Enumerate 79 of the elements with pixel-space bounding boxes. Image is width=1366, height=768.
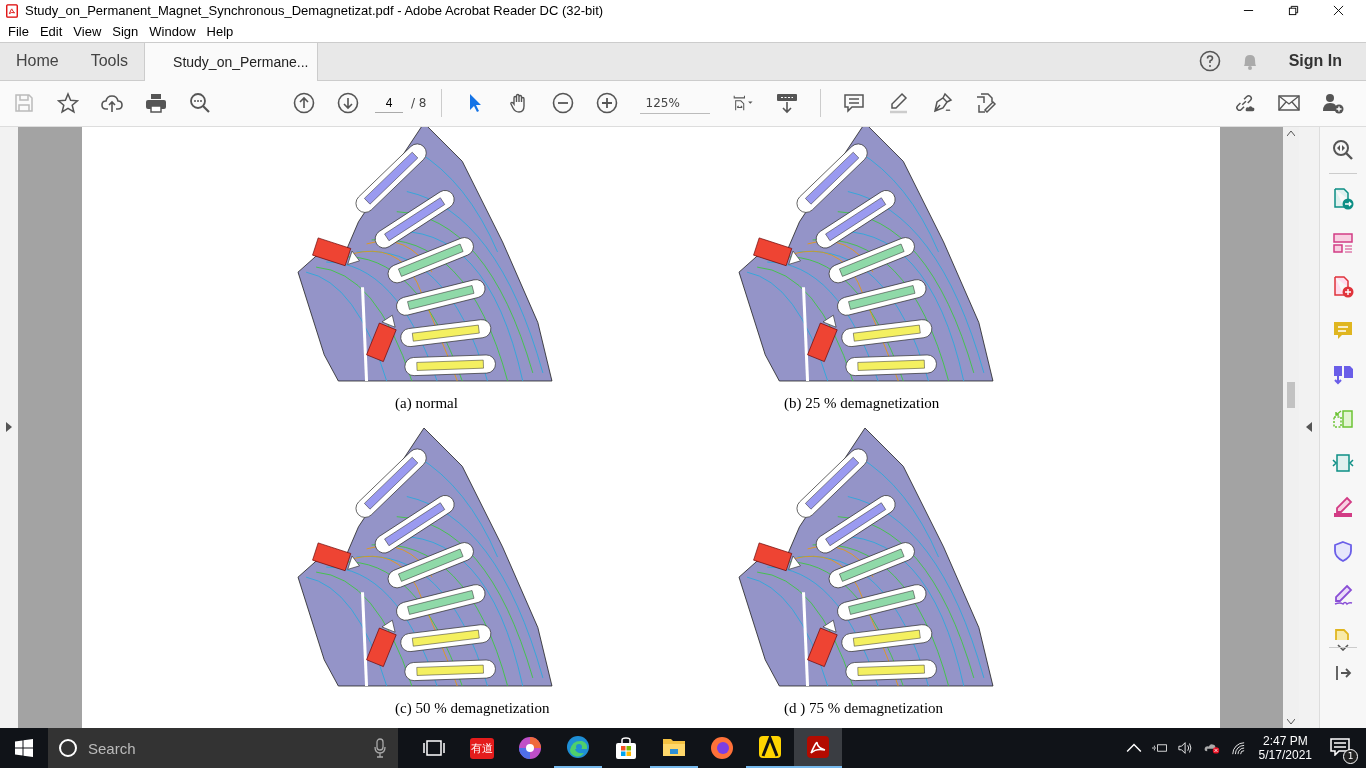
search-icon[interactable]: [1332, 138, 1354, 161]
magnet: [366, 619, 397, 667]
notification-badge: 1: [1343, 749, 1358, 764]
store-bag-icon[interactable]: [614, 736, 638, 760]
search-icon[interactable]: [189, 92, 211, 115]
close-icon[interactable]: [1333, 5, 1344, 17]
figure-caption: (d ) 75 % demagnetization: [784, 699, 944, 717]
taskbar-search-field[interactable]: Search: [86, 738, 366, 758]
create-pdf-icon[interactable]: [1332, 275, 1354, 298]
scroll-thumb[interactable]: [1287, 381, 1295, 408]
circle-icon[interactable]: [58, 738, 78, 758]
zoom-in-icon[interactable]: [595, 92, 618, 115]
scroll-mode-icon[interactable]: [775, 92, 798, 115]
figure-caption: (b) 25 % demagnetization: [784, 394, 940, 412]
magnet: [366, 314, 397, 362]
expand-left-icon[interactable]: [6, 422, 12, 433]
clock-time[interactable]: 2:47 PM: [1262, 734, 1308, 748]
window-title: Study_on_Permanent_Magnet_Synchronous_Demagnetizat.pdf - Adobe Acrobat Reader DC (32-bit): [25, 3, 605, 19]
microphone-icon[interactable]: [374, 738, 386, 758]
comment-icon[interactable]: [842, 92, 865, 115]
help-icon[interactable]: [1198, 50, 1221, 73]
menu-item[interactable]: View: [69, 24, 109, 40]
page-up-icon[interactable]: [293, 92, 315, 115]
magnet: [312, 542, 360, 571]
letter-a-app-icon[interactable]: [758, 735, 782, 759]
tab[interactable]: Study_on_Permane...: [144, 42, 319, 81]
organize-pages-icon[interactable]: [1332, 231, 1354, 254]
magnet: [312, 237, 360, 266]
signature-pen-icon[interactable]: [1332, 583, 1354, 606]
clock-date[interactable]: 5/17/2021: [1258, 748, 1312, 762]
page-total: / 8: [411, 96, 427, 111]
magnet: [807, 314, 838, 362]
figure-caption: (c) 50 % demagnetization: [395, 699, 550, 717]
chevron-down-icon[interactable]: [1337, 643, 1349, 651]
notification-icon[interactable]: [1330, 738, 1350, 756]
menu-item[interactable]: Sign: [108, 24, 146, 40]
chevron-up-icon[interactable]: [1125, 741, 1142, 755]
battery-plug-icon[interactable]: [1151, 741, 1168, 755]
figure-caption: (a) normal: [395, 394, 458, 412]
star-icon[interactable]: [57, 92, 79, 115]
windows-logo-icon[interactable]: [15, 739, 33, 757]
sign-in-link[interactable]: Sign In: [1288, 52, 1356, 71]
dictionary-app-icon[interactable]: 有道: [470, 737, 494, 759]
magnet: [753, 542, 801, 571]
menu-item[interactable]: File: [4, 24, 36, 40]
speaker-icon[interactable]: [1177, 741, 1194, 755]
collapse-right-icon[interactable]: [1306, 422, 1312, 433]
firefox-icon[interactable]: [710, 736, 734, 760]
magnet: [753, 237, 801, 266]
wifi-icon[interactable]: [1229, 741, 1246, 755]
scrollbar[interactable]: [1283, 126, 1299, 728]
taskbar-search-box[interactable]: Search: [48, 728, 398, 768]
zoom-dropdown[interactable]: 125%: [639, 92, 710, 114]
shield-icon[interactable]: [1332, 539, 1354, 562]
export-pdf-icon[interactable]: [1332, 187, 1354, 210]
scroll-down-icon[interactable]: [1287, 719, 1295, 724]
tab[interactable]: Tools: [74, 42, 145, 80]
cloud-upload-icon[interactable]: [101, 92, 123, 115]
combine-files-icon[interactable]: [1332, 363, 1354, 386]
page-number-field[interactable]: 4: [375, 93, 403, 113]
cloud-error-icon[interactable]: [1203, 741, 1220, 755]
scroll-up-icon[interactable]: [1287, 130, 1295, 136]
tab[interactable]: Home: [0, 42, 75, 80]
highlighter-icon[interactable]: [1332, 495, 1354, 518]
menu-item[interactable]: Window: [145, 24, 203, 40]
magnet: [807, 619, 838, 667]
swirl-app-icon[interactable]: [518, 736, 542, 760]
menu-item[interactable]: Help: [202, 24, 241, 40]
zoom-out-icon[interactable]: [551, 92, 574, 115]
edge-browser-icon[interactable]: [566, 735, 590, 759]
page-down-icon[interactable]: [337, 92, 359, 115]
add-person-icon[interactable]: [1322, 92, 1344, 115]
pdf-app-icon: [5, 4, 19, 18]
maximize-icon[interactable]: [1288, 5, 1299, 17]
compress-pdf-icon[interactable]: [1332, 451, 1354, 474]
document-edit-icon[interactable]: [974, 92, 997, 115]
menu-item[interactable]: Edit: [35, 24, 70, 40]
acrobat-app-icon[interactable]: [806, 735, 830, 759]
print-icon[interactable]: [145, 92, 167, 115]
